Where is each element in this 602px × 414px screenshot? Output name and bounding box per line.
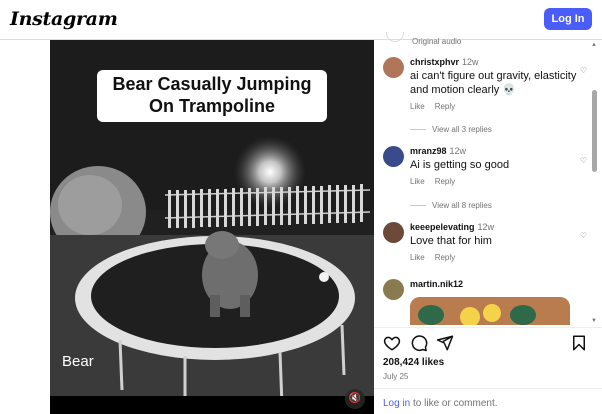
avatar[interactable] [383,279,404,300]
login-button[interactable]: Log In [544,8,592,30]
comment-icon[interactable] [410,334,428,352]
like-link[interactable]: Like [410,253,425,262]
comment-time: 12w [462,57,479,67]
comment-username[interactable]: mranz98 [410,146,447,156]
view-replies-link[interactable]: View all 8 replies [410,201,492,210]
comment-username[interactable]: martin.nik12 [410,279,463,289]
divider [374,327,602,328]
comment-heart-icon[interactable]: ♡ [580,231,587,240]
comment-username[interactable]: keeepelevating [410,222,475,232]
avatar[interactable] [383,222,404,243]
share-icon[interactable] [436,334,454,352]
video-overlay-label: Bear [62,353,94,370]
top-bar: Instagram Log In [0,0,602,40]
post-actions [383,334,588,352]
comment-text: Love that for him [410,235,492,247]
reply-link[interactable]: Reply [435,253,455,262]
comment-username[interactable]: christxphvr [410,57,459,67]
comment-heart-icon[interactable]: ♡ [580,66,587,75]
comment-text: Ai is getting so good [410,159,510,171]
avatar[interactable] [383,146,404,167]
comment-image [410,297,570,325]
video-player[interactable]: Bear Casually Jumping On Trampoline Bear… [50,40,374,414]
comment-text: ai can't figure out gravity, elasticity … [410,70,577,96]
like-link[interactable]: Like [410,102,425,111]
video-caption: Bear Casually Jumping On Trampoline [97,70,327,122]
scroll-up-arrow[interactable]: ▲ [591,42,597,48]
reply-link[interactable]: Reply [435,102,455,111]
comment-time: 12w [449,146,467,156]
divider [374,388,602,389]
login-prompt-text: to like or comment. [410,398,498,409]
reply-link[interactable]: Reply [435,177,455,186]
avatar[interactable] [383,57,404,78]
instagram-logo[interactable]: Instagram [10,8,118,30]
heart-icon[interactable] [383,334,401,352]
comment-heart-icon[interactable]: ♡ [580,156,587,165]
login-link[interactable]: Log in [383,398,410,409]
audio-label[interactable]: Original audio [412,37,461,46]
muted-speaker-icon[interactable]: 🔇 [345,389,365,409]
scroll-down-arrow[interactable]: ▼ [591,318,597,324]
like-link[interactable]: Like [410,177,425,186]
bookmark-icon[interactable] [570,334,588,352]
comment-time: 12w [477,222,495,232]
post-date[interactable]: July 25 [383,372,408,381]
likes-count[interactable]: 208,424 likes [383,357,444,368]
scrollbar-thumb[interactable] [592,90,597,172]
view-replies-link[interactable]: View all 3 replies [410,125,492,134]
login-prompt: Log in to like or comment. [383,398,498,409]
